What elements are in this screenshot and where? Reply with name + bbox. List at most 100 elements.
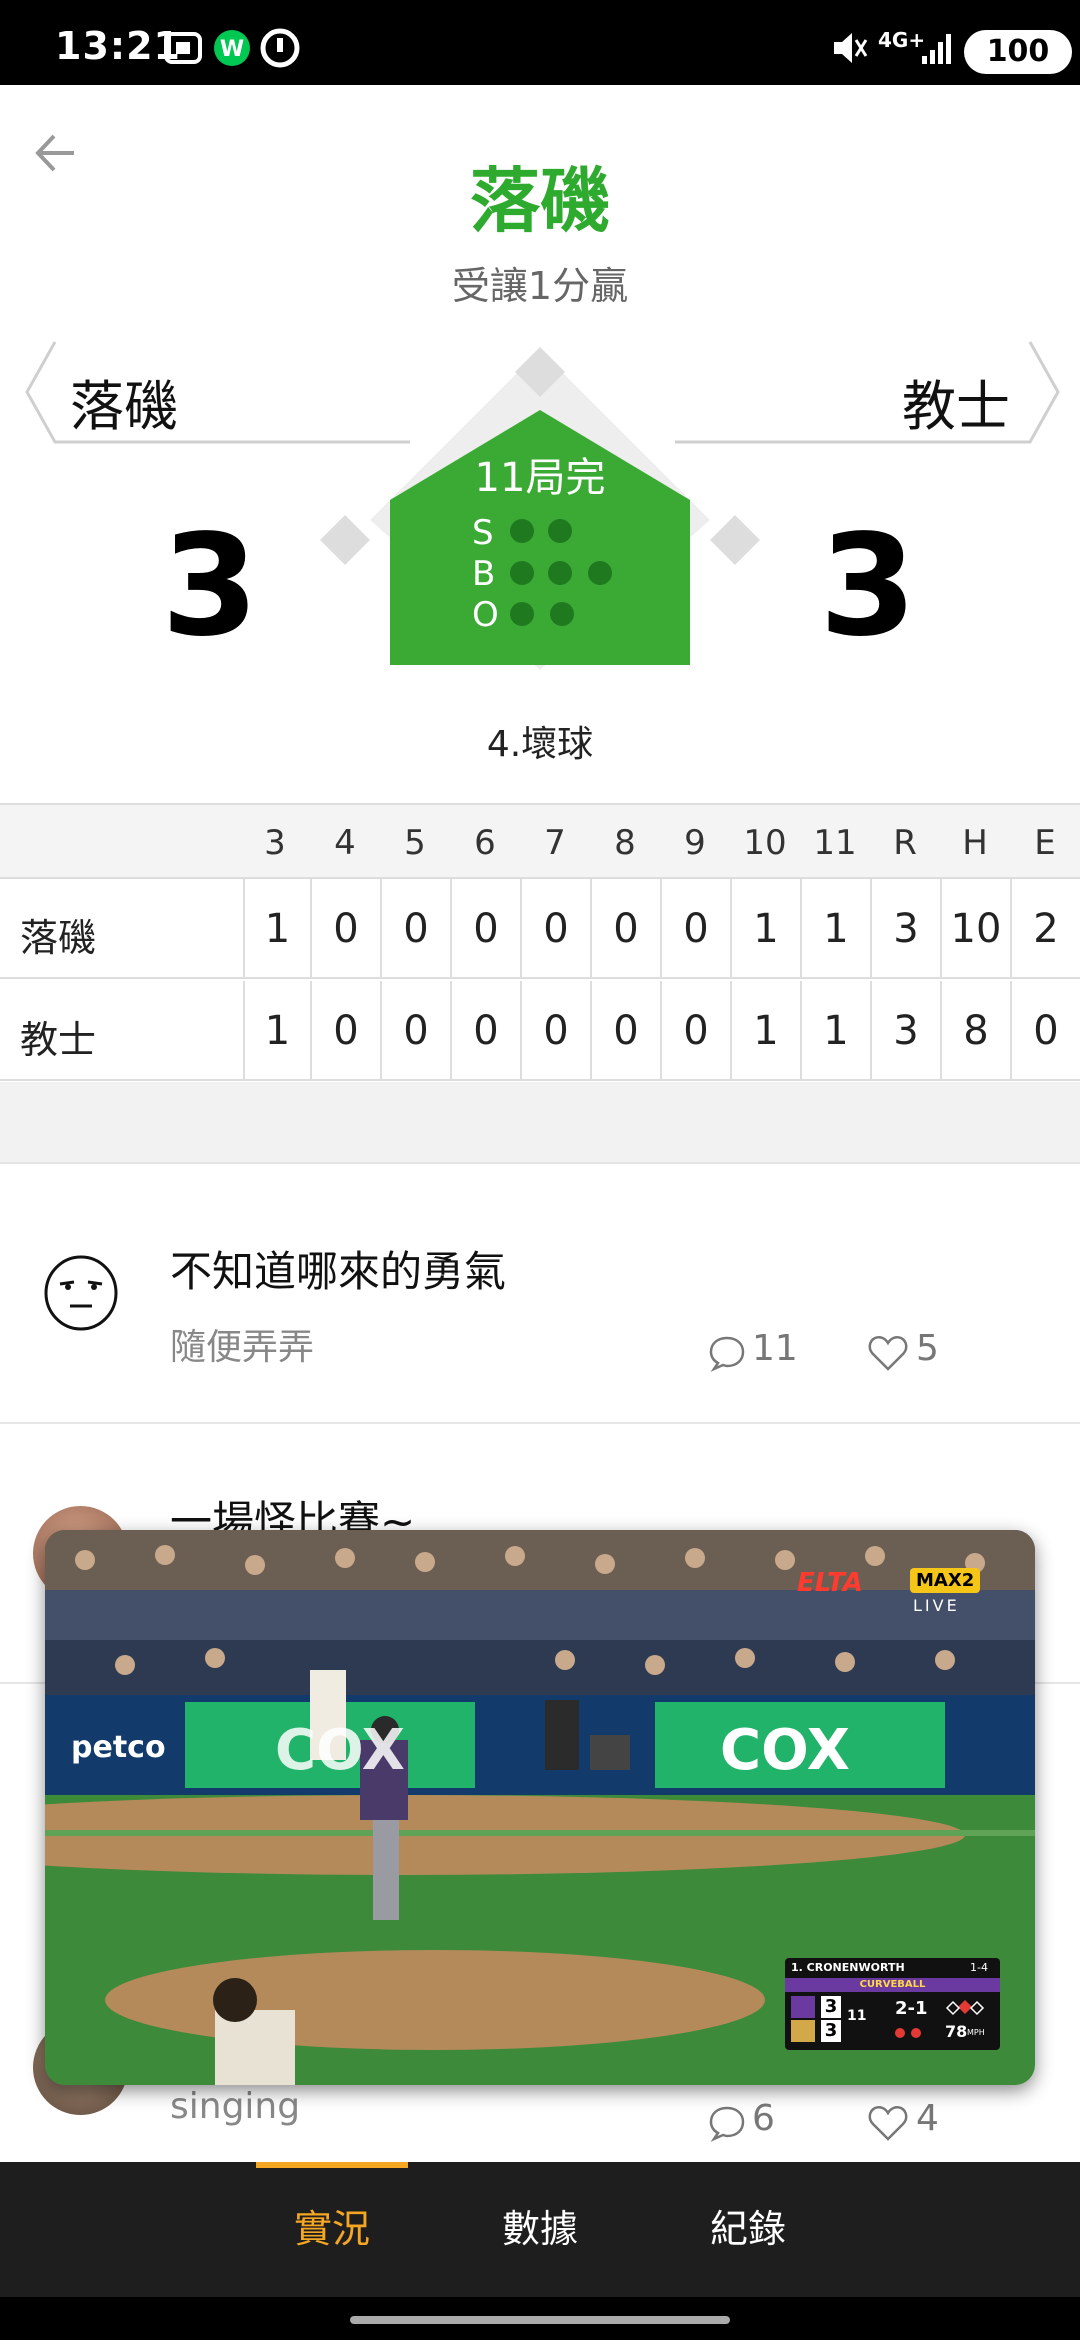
strike-dot	[510, 519, 534, 543]
ball-dot	[588, 561, 612, 585]
away-score: 3	[161, 505, 259, 668]
header-inning-10: 10	[743, 823, 787, 863]
header-inning-11: 11	[813, 823, 857, 863]
battery-indicator: 100	[964, 30, 1072, 74]
heart-icon[interactable]	[868, 1334, 908, 1372]
avatar	[44, 1255, 118, 1331]
comment-count: 6	[752, 2098, 775, 2139]
header-runs: R	[893, 823, 917, 863]
out-indicator	[895, 2028, 905, 2038]
active-tab-indicator	[256, 2162, 408, 2168]
header-inning-7: 7	[544, 823, 566, 863]
page-subtitle: 受讓1分贏	[451, 264, 629, 308]
bottom-nav: 實況 數據 紀錄	[0, 2162, 1080, 2297]
linescore-row-home: 教士 1 0 0 0 0 0 0 1 1 3 8 0	[0, 981, 1080, 1081]
ball-dot	[548, 561, 572, 585]
out-label: O	[472, 595, 499, 635]
comment-count: 11	[752, 1328, 798, 1369]
linescore-cell: 0	[590, 981, 660, 1081]
last-play: 4.壞球	[486, 724, 594, 765]
status-bar: 13:21 W 4G+ 100	[0, 0, 1080, 85]
scorebug-batter: 1. CRONENWORTH	[791, 1961, 905, 1974]
network-type: 4G+	[878, 28, 926, 52]
scorebug-count: 2-1	[895, 1998, 928, 2019]
linescore-cell: 1	[730, 981, 800, 1081]
strike-dot	[548, 519, 572, 543]
post-title: 不知道哪來的勇氣	[170, 1247, 507, 1296]
linescore-cell: 0	[520, 981, 590, 1081]
linescore-row-away: 落磯 1 0 0 0 0 0 0 1 1 3 10 2	[0, 879, 1080, 979]
floating-video-player[interactable]: petco COX COX ELTA MAX2 LIVE 1. CRONENWO…	[45, 1530, 1035, 2085]
linescore-cell: 0	[380, 981, 450, 1081]
linescore-cell: 0	[660, 879, 730, 979]
rockies-logo	[791, 1996, 815, 2018]
section-divider	[0, 1082, 1080, 1164]
comment-icon[interactable]	[708, 2104, 746, 2142]
header-inning-6: 6	[474, 823, 496, 863]
scorebug-pitch-type: CURVEBALL	[785, 1978, 1000, 1992]
home-score: 3	[819, 505, 917, 668]
scorebug-away-runs: 3	[821, 1996, 841, 2018]
comment-icon[interactable]	[708, 1334, 746, 1372]
out-indicator	[911, 2028, 921, 2038]
ball-label: B	[472, 554, 496, 594]
channel-badge: MAX2	[910, 1568, 981, 1593]
linescore-cell: 0	[590, 879, 660, 979]
tab-live[interactable]: 實況	[227, 2162, 437, 2297]
ad-cox-left: COX	[275, 1718, 405, 1783]
inning-status: 11局完	[474, 455, 606, 501]
scorebug-speed: 78	[945, 2022, 968, 2041]
linescore-cell-runs: 3	[870, 981, 940, 1081]
strike-label: S	[472, 513, 494, 553]
linescore-cell: 0	[660, 981, 730, 1081]
post-item[interactable]: 不知道哪來的勇氣 隨便弄弄 11 5	[0, 1166, 1080, 1424]
page-title: 落磯	[470, 160, 610, 242]
linescore-cell: 0	[310, 981, 380, 1081]
header-inning-3: 3	[264, 823, 286, 863]
linescore-cell: 0	[380, 879, 450, 979]
like-count: 5	[916, 1328, 939, 1369]
tab-records[interactable]: 紀錄	[643, 2162, 853, 2297]
scorebug-inning: 11	[847, 2008, 867, 2024]
scorebug-batter-stat: 1-4	[970, 1961, 988, 1974]
header-inning-5: 5	[404, 823, 426, 863]
linescore-cell: 1	[800, 879, 870, 979]
linescore-cell-errors: 2	[1010, 879, 1080, 979]
signal-icon	[922, 34, 951, 64]
post-subtitle: singing	[170, 2086, 301, 2127]
ad-cox-right: COX	[720, 1718, 850, 1783]
linescore-cell-hits: 10	[940, 879, 1010, 979]
scorebug-home-runs: 3	[821, 2020, 841, 2042]
ad-petco: petco	[71, 1730, 166, 1765]
heart-icon[interactable]	[868, 2104, 908, 2142]
linescore-cell: 1	[243, 879, 310, 979]
linescore-cell-hits: 8	[940, 981, 1010, 1081]
header-inning-9: 9	[684, 823, 706, 863]
home-team-name: 教士	[902, 375, 1010, 438]
linescore-cell: 1	[800, 981, 870, 1081]
header-hits: H	[962, 823, 988, 863]
bases-icon	[945, 2000, 985, 2016]
linescore-team-away: 落磯	[20, 916, 97, 960]
home-gesture-bar[interactable]	[350, 2316, 730, 2324]
header-errors: E	[1034, 823, 1056, 863]
linescore-cell: 1	[243, 981, 310, 1081]
linescore-cell: 0	[310, 879, 380, 979]
baseball-diamond	[320, 347, 760, 670]
post-subtitle: 隨便弄弄	[170, 1327, 315, 1368]
linescore-cell-errors: 0	[1010, 981, 1080, 1081]
app-notification-icon	[260, 28, 300, 68]
linescore-cell: 0	[520, 879, 590, 979]
linescore-cell: 0	[450, 981, 520, 1081]
linescore-header: 3 4 5 6 7 8 9 10 11 R H E	[0, 805, 1080, 879]
screenshot-icon	[164, 32, 202, 64]
like-count: 4	[916, 2098, 939, 2139]
tab-stats[interactable]: 數據	[435, 2162, 645, 2297]
linescore-cell: 1	[730, 879, 800, 979]
linescore-cell: 0	[450, 879, 520, 979]
linescore-team-home: 教士	[20, 1018, 97, 1062]
mute-icon	[834, 33, 868, 63]
padres-logo	[791, 2020, 815, 2042]
scorebug: 1. CRONENWORTH 1-4 CURVEBALL 3 3 11 2-1 …	[785, 1958, 1000, 2050]
header-inning-4: 4	[334, 823, 356, 863]
